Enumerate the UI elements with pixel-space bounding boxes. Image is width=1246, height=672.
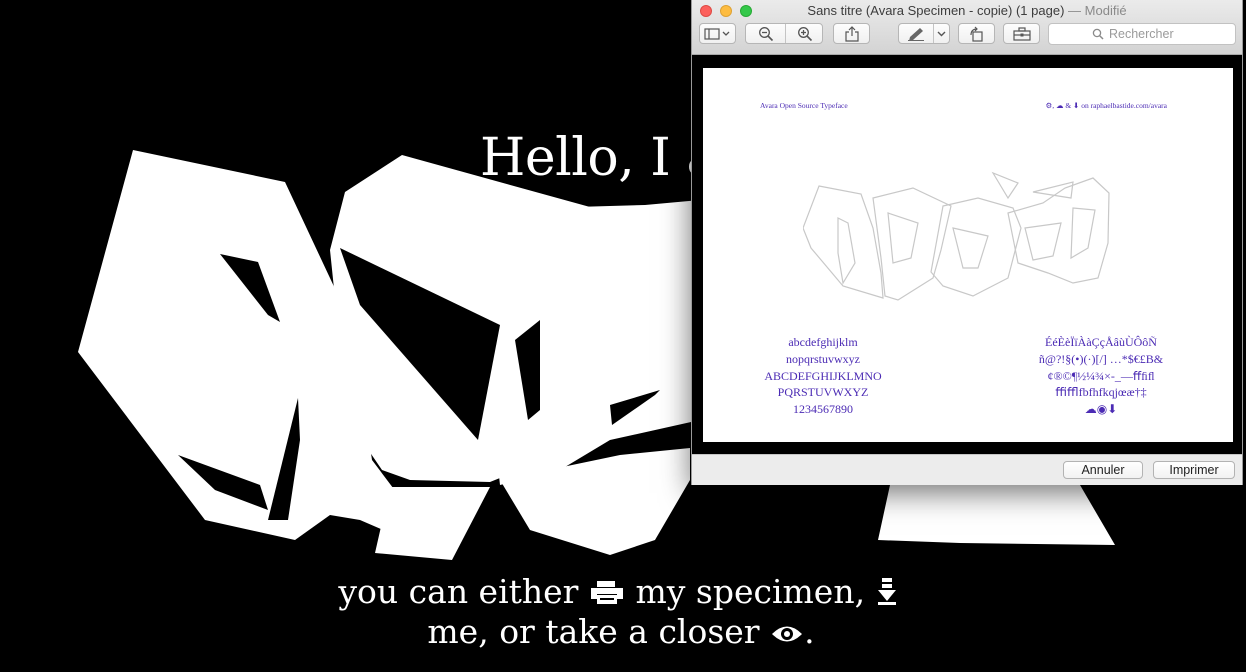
- download-arrow-icon[interactable]: [876, 574, 898, 614]
- preview-charset-right: ÉéÈèÏïÀàÇçÅâùÙÔôÑ ñ@?!§(•)(·)[/] …*$€£B&…: [1021, 334, 1181, 418]
- tagline-text-1a: you can either: [338, 572, 579, 611]
- charset-line: ABCDEFGHIJKLMNO: [764, 368, 882, 383]
- charset-line: ñ@?!§(•)(·)[/] …*$€£B&: [1038, 351, 1164, 366]
- preview-charset-left: abcdefghijklm nopqrstuvwxyz ABCDEFGHIJKL…: [743, 334, 903, 418]
- print-button[interactable]: Imprimer: [1153, 461, 1235, 479]
- rotate-button[interactable]: [958, 23, 995, 44]
- window-titlebar[interactable]: Sans titre (Avara Specimen - copie) (1 p…: [692, 0, 1242, 55]
- tagline-line-1: you can either my specimen,: [0, 572, 1241, 614]
- share-button[interactable]: [833, 23, 870, 44]
- rotate-icon: [969, 26, 983, 42]
- search-placeholder: Rechercher: [1109, 27, 1174, 41]
- toolbox-button[interactable]: [1003, 23, 1040, 44]
- eye-icon[interactable]: [770, 614, 804, 654]
- charset-line: ¢®©¶½¼¾×-_—ﬀﬁﬂ: [1047, 368, 1155, 383]
- charset-line: abcdefghijklm: [788, 335, 858, 349]
- markup-pen-icon: [908, 27, 924, 41]
- window-title-text: Sans titre (Avara Specimen - copie) (1 p…: [807, 3, 1065, 18]
- charset-line: nopqrstuvwxyz: [786, 351, 860, 366]
- search-icon: [1092, 28, 1104, 43]
- avara-outline-logo: [803, 171, 1110, 301]
- tagline-line-2: me, or take a closer .: [0, 612, 1244, 654]
- zoom-segmented-control: [745, 23, 823, 44]
- sidebar-toggle-button[interactable]: [699, 23, 736, 44]
- print-dialog-window: Sans titre (Avara Specimen - copie) (1 p…: [691, 0, 1243, 485]
- preview-header-right: ⚙, ☁ & ⬇ on raphaelbastide.com/avara: [1045, 101, 1167, 110]
- page: Hello, I a you can either my specimen, m…: [0, 0, 1246, 672]
- tagline-text-1b: my specimen,: [635, 572, 866, 611]
- title-separator: —: [1068, 3, 1082, 18]
- chevron-down-icon: [937, 31, 946, 36]
- tagline-text-2b: .: [804, 612, 815, 651]
- charset-line: ÉéÈèÏïÀàÇçÅâùÙÔôÑ: [1045, 335, 1157, 349]
- charset-line: ☁◉⬇: [1084, 402, 1118, 417]
- sidebar-toggle-icon: [703, 27, 729, 40]
- document-status: Modifié: [1084, 3, 1127, 18]
- zoom-in-button[interactable]: [786, 24, 823, 43]
- printer-icon[interactable]: [589, 574, 625, 614]
- cancel-button[interactable]: Annuler: [1063, 461, 1143, 479]
- share-icon: [844, 25, 859, 42]
- preview-area: Avara Open Source Typeface ⚙, ☁ & ⬇ on r…: [692, 55, 1242, 454]
- window-title: Sans titre (Avara Specimen - copie) (1 p…: [692, 3, 1242, 18]
- charset-line: PQRSTUVWXYZ: [777, 385, 869, 400]
- search-field[interactable]: Rechercher: [1048, 23, 1236, 45]
- toolbox-icon: [1012, 26, 1031, 41]
- preview-header-left: Avara Open Source Typeface: [760, 101, 848, 110]
- zoom-in-icon: [797, 26, 812, 41]
- markup-pen-button[interactable]: [899, 24, 933, 43]
- charset-line: ﬃﬄfbfhfkqjœæ†‡: [1055, 385, 1147, 400]
- charset-line: 1234567890: [793, 402, 853, 417]
- preview-page[interactable]: Avara Open Source Typeface ⚙, ☁ & ⬇ on r…: [703, 68, 1233, 442]
- markup-menu-button[interactable]: [934, 24, 949, 43]
- markup-button[interactable]: [898, 23, 950, 44]
- zoom-out-icon: [758, 26, 773, 41]
- dialog-footer: Annuler Imprimer: [692, 454, 1242, 485]
- tagline-text-2a: me, or take a closer: [427, 612, 760, 651]
- zoom-out-button[interactable]: [746, 24, 785, 43]
